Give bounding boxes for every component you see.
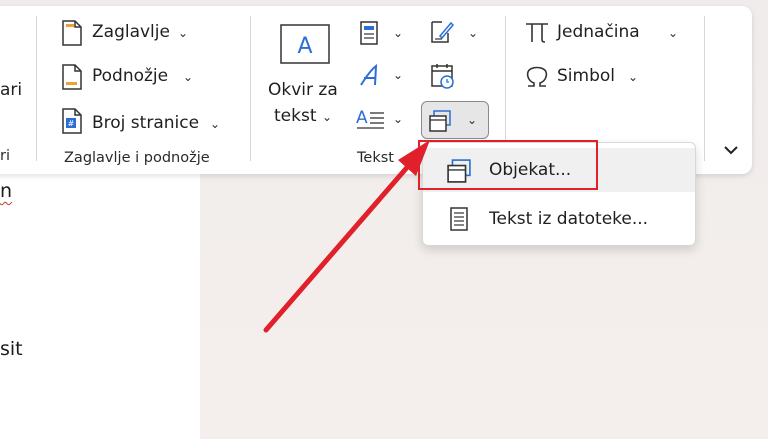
annotation-arrow: [263, 140, 430, 333]
